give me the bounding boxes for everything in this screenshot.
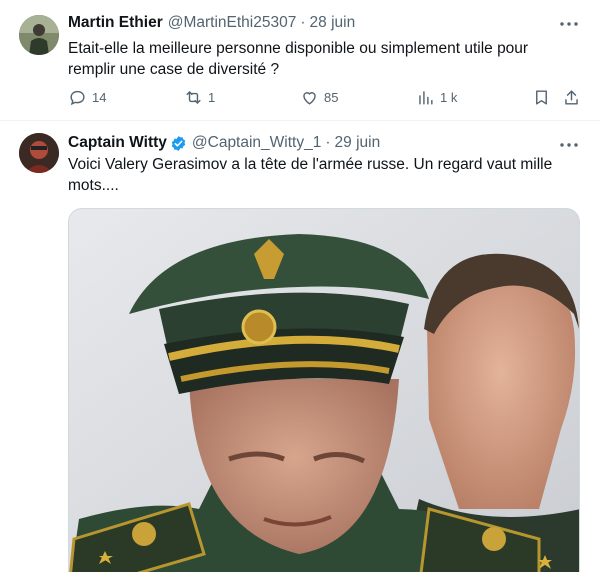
bookmark-icon xyxy=(536,90,547,105)
tweet-text: Voici Valery Gerasimov a la tête de l'ar… xyxy=(68,156,553,194)
author-handle[interactable]: @Captain_Witty_1 xyxy=(192,133,321,153)
more-options-icon[interactable] xyxy=(558,135,580,155)
like-count: 85 xyxy=(324,90,339,105)
tweet-date[interactable]: 28 juin xyxy=(310,13,356,33)
tweet-captain-witty[interactable]: Captain Witty @Captain_Witty_1 · 29 juin… xyxy=(0,121,600,572)
separator-dot: · xyxy=(300,14,306,31)
reply-icon xyxy=(70,90,85,106)
user-avatar[interactable] xyxy=(19,133,59,173)
tweet-martin-ethier[interactable]: Martin Ethier @MartinEthi25307 · 28 juin… xyxy=(0,0,600,121)
views-button[interactable]: 1 k xyxy=(416,88,457,107)
reply-count: 14 xyxy=(92,90,107,105)
reply-button[interactable]: 14 xyxy=(68,88,106,107)
tweet-date[interactable]: 29 juin xyxy=(335,133,381,153)
like-button[interactable]: 85 xyxy=(300,88,338,107)
share-button[interactable] xyxy=(562,88,581,107)
author-handle[interactable]: @MartinEthi25307 xyxy=(168,13,297,33)
user-avatar[interactable] xyxy=(19,15,59,55)
tweet-text: Etait-elle la meilleure personne disponi… xyxy=(68,40,529,78)
tweet-photo[interactable] xyxy=(68,208,580,572)
bookmark-button[interactable] xyxy=(532,88,551,107)
author-name[interactable]: Martin Ethier xyxy=(68,13,163,33)
tweet-actions: 14 1 85 1 k xyxy=(68,88,588,110)
views-chart-icon xyxy=(419,91,433,105)
author-name[interactable]: Captain Witty xyxy=(68,133,167,153)
view-count: 1 k xyxy=(440,90,458,105)
verified-badge-icon xyxy=(171,135,186,151)
share-icon xyxy=(565,90,578,105)
retweet-count: 1 xyxy=(208,90,216,105)
heart-icon xyxy=(303,92,316,105)
more-options-icon[interactable] xyxy=(558,14,580,34)
retweet-button[interactable]: 1 xyxy=(184,88,215,107)
separator-dot: · xyxy=(325,134,331,151)
retweet-icon xyxy=(186,91,201,104)
